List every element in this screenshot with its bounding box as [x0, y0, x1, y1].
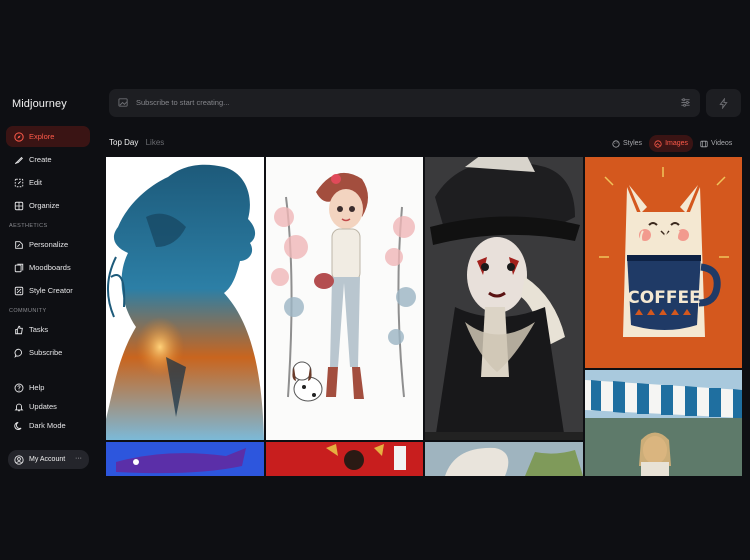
chat-bubble-icon [13, 347, 24, 358]
sidebar-item-label: Moodboards [29, 263, 71, 272]
sidebar-item-personalize[interactable]: Personalize [6, 234, 90, 255]
image-gallery: COFFEE [106, 157, 742, 476]
red-ornate-artwork [266, 442, 423, 476]
gallery-image-red-ornate[interactable] [266, 442, 423, 476]
woman-dog-artwork [271, 172, 416, 402]
sidebar-item-label: Personalize [29, 240, 69, 249]
sidebar-item-edit[interactable]: Edit [6, 172, 90, 193]
compass-icon [13, 131, 24, 142]
tab-videos[interactable]: Videos [695, 135, 737, 152]
account-label: My Account [29, 456, 66, 463]
tab-label: Styles [623, 140, 643, 147]
tab-styles[interactable]: Styles [607, 135, 647, 152]
user-icon [14, 454, 24, 465]
edit-frame-icon [13, 177, 24, 188]
gallery-image-beach-awning[interactable] [585, 370, 742, 476]
sidebar-item-label: Updates [29, 402, 57, 411]
moodboard-icon [13, 262, 24, 273]
sky-portrait-artwork [425, 442, 583, 476]
app-logo[interactable]: Midjourney [12, 98, 67, 110]
gallery-image-woman-with-dog[interactable] [266, 157, 423, 440]
section-label-community: COMMUNITY [9, 308, 47, 314]
sidebar-item-label: Organize [29, 201, 60, 210]
sidebar-item-organize[interactable]: Organize [6, 195, 90, 216]
video-icon [700, 140, 708, 147]
my-account-button[interactable]: My Account ··· [8, 450, 89, 469]
grid-icon [13, 200, 24, 211]
sidebar-item-help[interactable]: Help [6, 379, 90, 396]
fish-artwork [106, 442, 264, 476]
thumbs-up-icon [13, 324, 24, 335]
sidebar-item-label: Create [29, 155, 52, 164]
app-root: Midjourney Explore Create Edit Organize … [0, 88, 750, 476]
sidebar-item-style-creator[interactable]: Style Creator [6, 280, 90, 301]
image-prompt-icon[interactable] [118, 97, 129, 108]
sidebar-item-label: Tasks [29, 325, 49, 334]
view-tabs: Styles Images Videos [605, 135, 737, 152]
personalize-icon [13, 239, 24, 250]
feed-tabs: Top Day Likes [109, 138, 164, 147]
awning-artwork [585, 370, 742, 476]
gallery-image-sky-portrait[interactable] [425, 442, 583, 476]
sidebar-item-create[interactable]: Create [6, 149, 90, 170]
prompt-input[interactable]: Subscribe to start creating... [136, 98, 229, 107]
sidebar-item-label: Style Creator [29, 286, 73, 295]
tab-label: Images [665, 140, 689, 147]
tab-label: Videos [711, 140, 733, 147]
sidebar-item-label: Help [29, 383, 45, 392]
settings-sliders-icon[interactable] [680, 97, 691, 108]
steampunk-artwork [425, 157, 583, 440]
image-icon [654, 139, 662, 148]
prompt-bar[interactable]: Subscribe to start creating... [109, 89, 700, 117]
generate-button[interactable] [706, 89, 741, 117]
palette-icon [13, 285, 24, 296]
tab-likes[interactable]: Likes [146, 138, 165, 147]
sidebar-item-tasks[interactable]: Tasks [6, 319, 90, 340]
gallery-image-coffee-cat[interactable]: COFFEE [585, 157, 742, 368]
palette-icon [612, 139, 620, 148]
tab-images[interactable]: Images [649, 135, 694, 152]
gallery-image-silhouette[interactable] [106, 157, 264, 440]
sidebar-item-moodboards[interactable]: Moodboards [6, 257, 90, 278]
bolt-icon [719, 97, 728, 109]
sidebar-item-dark-mode[interactable]: Dark Mode [6, 417, 90, 434]
gallery-image-blue-fish[interactable] [106, 442, 264, 476]
moon-icon [13, 420, 24, 431]
sidebar: Explore Create Edit Organize AESTHETICS … [6, 126, 90, 436]
sidebar-item-label: Dark Mode [29, 421, 66, 430]
sidebar-item-explore[interactable]: Explore [6, 126, 90, 147]
sidebar-item-label: Subscribe [29, 348, 63, 357]
sidebar-item-label: Explore [29, 132, 55, 141]
coffee-mug-text: COFFEE [627, 288, 700, 308]
coffee-cat-artwork: COFFEE [599, 167, 729, 337]
gallery-image-steampunk-portrait[interactable] [425, 157, 583, 440]
sidebar-item-label: Edit [29, 178, 42, 187]
sidebar-item-subscribe[interactable]: Subscribe [6, 342, 90, 363]
tab-top-day[interactable]: Top Day [109, 138, 138, 147]
more-options-icon[interactable]: ··· [75, 455, 82, 462]
help-icon [13, 382, 24, 393]
silhouette-artwork [106, 164, 264, 440]
sidebar-item-updates[interactable]: Updates [6, 398, 90, 415]
brush-icon [13, 154, 24, 165]
section-label-aesthetics: AESTHETICS [9, 223, 48, 229]
bell-icon [13, 401, 24, 412]
